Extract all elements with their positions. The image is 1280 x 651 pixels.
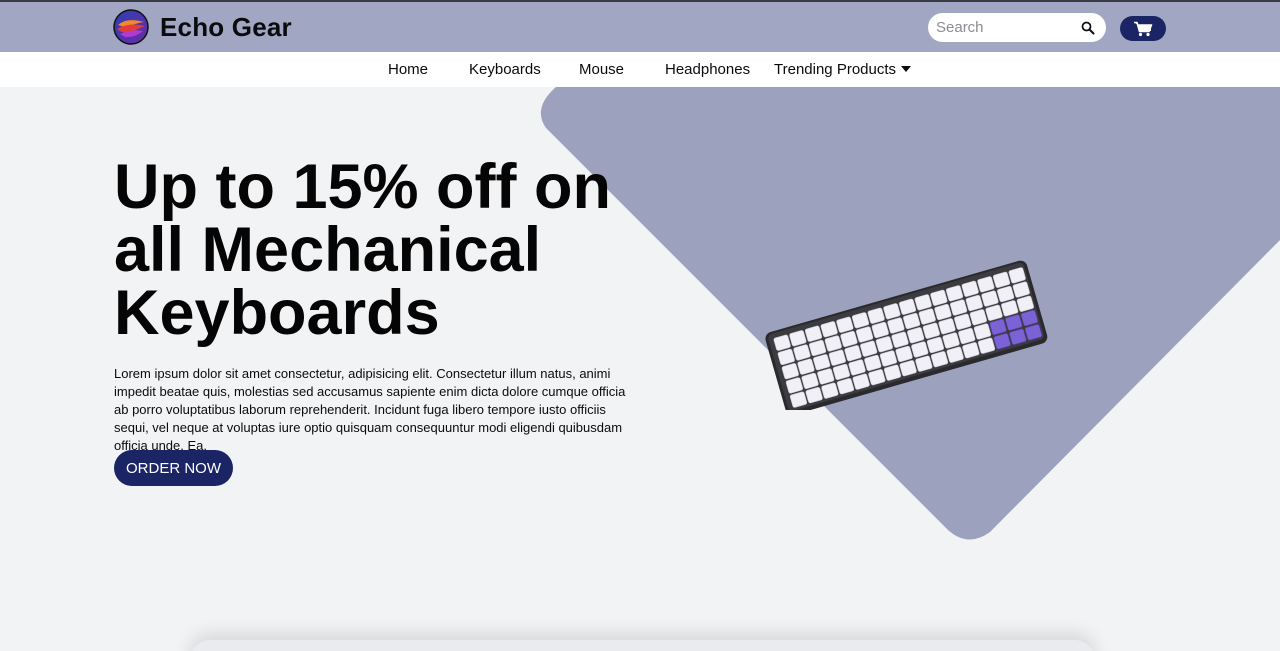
product-section-card xyxy=(190,640,1095,651)
mechanical-keyboard-image xyxy=(765,260,1048,410)
hero-description: Lorem ipsum dolor sit amet consectetur, … xyxy=(114,366,626,453)
search-input[interactable] xyxy=(928,13,1073,42)
main-nav: Home Keyboards Mouse Headphones Trending… xyxy=(0,52,1280,87)
nav-item-mouse[interactable]: Mouse xyxy=(579,52,624,87)
search-icon[interactable] xyxy=(1080,20,1096,36)
nav-item-trending-products[interactable]: Trending Products xyxy=(774,52,912,87)
top-header: Echo Gear xyxy=(0,0,1280,52)
search-box xyxy=(928,13,1106,42)
cart-icon xyxy=(1134,21,1153,36)
hero-headline: Up to 15% off on all Mechanical Keyboard… xyxy=(114,156,674,345)
hero-headline-line: all Mechanical xyxy=(114,215,542,285)
nav-item-keyboards[interactable]: Keyboards xyxy=(469,52,541,87)
order-now-button[interactable]: ORDER NOW xyxy=(114,450,233,486)
brand[interactable]: Echo Gear xyxy=(113,8,292,46)
nav-item-home[interactable]: Home xyxy=(388,52,428,87)
caret-down-icon xyxy=(901,66,912,72)
brand-name: Echo Gear xyxy=(160,11,292,42)
echo-gear-logo-icon xyxy=(113,9,149,45)
hero-headline-line: Up to 15% off on xyxy=(114,152,611,222)
nav-item-trending-label: Trending Products xyxy=(774,61,897,78)
cart-button[interactable] xyxy=(1120,16,1166,41)
nav-item-headphones[interactable]: Headphones xyxy=(665,52,750,87)
hero-headline-line: Keyboards xyxy=(114,278,440,348)
